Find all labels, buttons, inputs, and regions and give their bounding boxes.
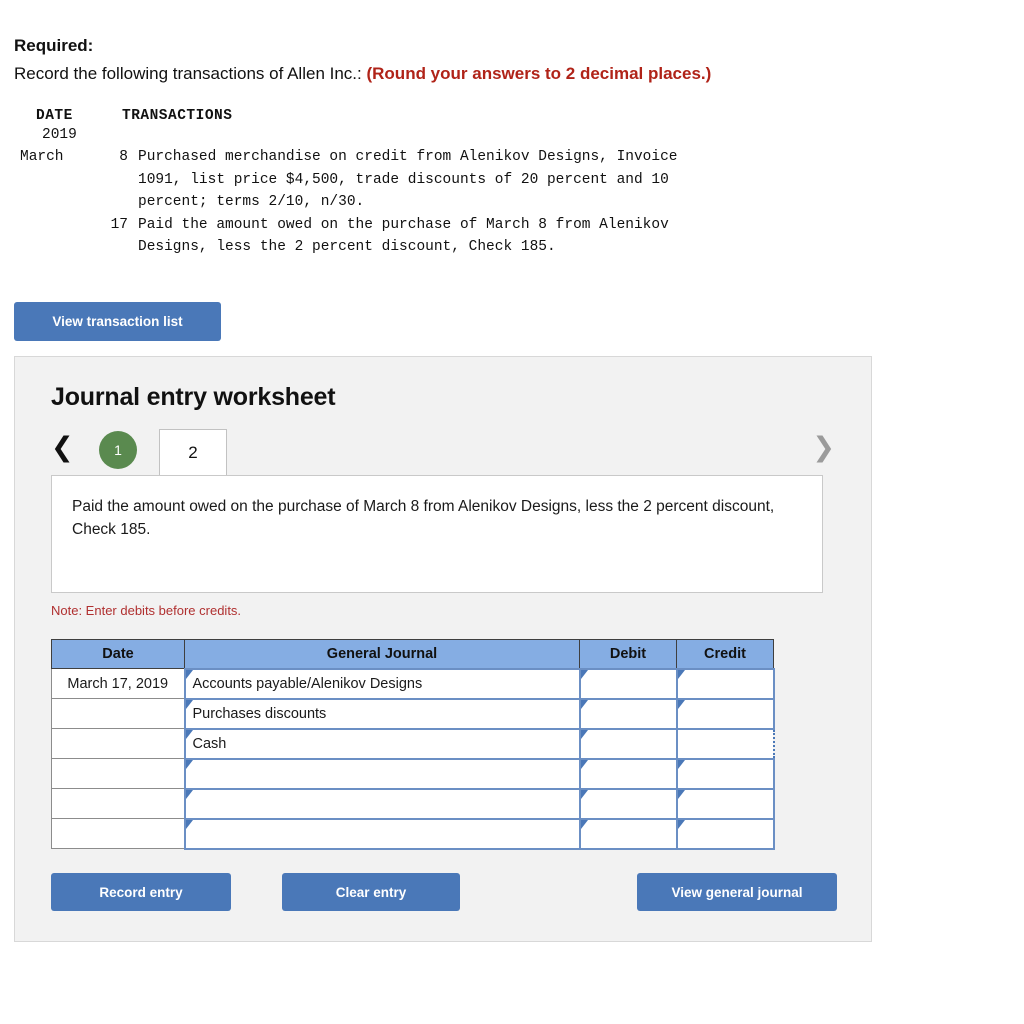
chevron-left-icon[interactable]: ❮ — [51, 434, 74, 461]
dropdown-triangle-icon — [677, 699, 685, 709]
dropdown-triangle-icon — [185, 789, 193, 799]
header-general-journal: General Journal — [184, 639, 580, 669]
tab-1-label: 1 — [114, 442, 122, 458]
transaction-row: 17 Paid the amount owed on the purchase … — [20, 214, 828, 236]
row-credit-input-focused[interactable] — [675, 727, 775, 760]
required-block: Required: Record the following transacti… — [14, 33, 711, 86]
row-debit-input[interactable] — [578, 697, 678, 730]
row-date-cell[interactable] — [51, 788, 185, 819]
journal-table-header-row: Date General Journal Debit Credit — [51, 639, 774, 669]
dropdown-triangle-icon — [580, 759, 588, 769]
dropdown-triangle-icon — [185, 759, 193, 769]
header-date: Date — [51, 639, 185, 669]
worksheet-prompt-text: Paid the amount owed on the purchase of … — [72, 498, 775, 539]
view-general-journal-button[interactable]: View general journal — [637, 873, 837, 911]
transaction-description-line: Purchased merchandise on credit from Ale… — [138, 149, 678, 166]
row-debit-input[interactable] — [578, 757, 678, 790]
worksheet-tab-strip: ❮ 1 2 ❯ — [51, 429, 837, 475]
dropdown-triangle-icon — [677, 669, 685, 679]
row-credit-input[interactable] — [675, 697, 775, 730]
row-account-text: Purchases discounts — [192, 705, 327, 722]
table-row — [51, 817, 775, 850]
row-credit-input[interactable] — [675, 817, 775, 850]
transaction-day: 17 — [110, 216, 128, 233]
dropdown-triangle-icon — [185, 819, 193, 829]
view-transaction-list-button[interactable]: View transaction list — [14, 302, 221, 341]
row-credit-input[interactable] — [675, 787, 775, 820]
required-instruction-text: Record the following transactions of All… — [14, 63, 362, 83]
journal-entry-table: Date General Journal Debit Credit March … — [51, 639, 775, 850]
table-row — [51, 787, 775, 820]
row-debit-input[interactable] — [578, 727, 678, 760]
row-date-cell[interactable] — [51, 758, 185, 789]
row-account-input[interactable] — [183, 817, 581, 850]
row-account-input[interactable] — [183, 787, 581, 820]
transaction-continuation: 1091, list price $4,500, trade discounts… — [20, 169, 828, 191]
transaction-listing-header: DATE TRANSACTIONS — [20, 108, 828, 124]
row-date-cell[interactable] — [51, 698, 185, 729]
journal-entry-worksheet-panel: Journal entry worksheet ❮ 1 2 ❯ Paid the… — [14, 356, 872, 942]
row-debit-input[interactable] — [578, 817, 678, 850]
required-instruction-line: Record the following transactions of All… — [14, 62, 711, 87]
tab-2-label: 2 — [188, 442, 198, 462]
dropdown-triangle-icon — [185, 729, 193, 739]
worksheet-prompt-box: Paid the amount owed on the purchase of … — [51, 475, 823, 593]
dropdown-triangle-icon — [580, 669, 588, 679]
transaction-year: 2019 — [42, 127, 77, 143]
table-row: Cash — [51, 727, 775, 760]
worksheet-title: Journal entry worksheet — [51, 383, 336, 411]
clear-entry-button[interactable]: Clear entry — [282, 873, 460, 911]
dropdown-triangle-icon — [580, 729, 588, 739]
transaction-description-line: Paid the amount owed on the purchase of … — [138, 216, 669, 233]
transaction-description-line: Designs, less the 2 percent discount, Ch… — [138, 239, 556, 256]
transaction-description-line: percent; terms 2/10, n/30. — [138, 194, 365, 211]
dropdown-triangle-icon — [185, 669, 193, 679]
chevron-right-icon[interactable]: ❯ — [812, 434, 835, 461]
transaction-month — [20, 214, 110, 236]
row-account-input[interactable]: Cash — [183, 727, 581, 760]
row-account-input[interactable] — [183, 757, 581, 790]
row-account-text: Accounts payable/Alenikov Designs — [192, 675, 423, 692]
tab-1-completed[interactable]: 1 — [99, 431, 137, 469]
dropdown-triangle-icon — [580, 819, 588, 829]
row-date-cell[interactable] — [51, 818, 185, 849]
dropdown-triangle-icon — [580, 789, 588, 799]
debits-before-credits-note: Note: Enter debits before credits. — [51, 603, 242, 618]
transaction-row: March 8 Purchased merchandise on credit … — [20, 146, 828, 168]
column-header-date: DATE — [36, 108, 73, 124]
round-answers-note: (Round your answers to 2 decimal places.… — [366, 63, 712, 83]
dropdown-triangle-icon — [185, 699, 193, 709]
transaction-continuation: percent; terms 2/10, n/30. — [20, 191, 828, 213]
row-debit-input[interactable] — [578, 667, 678, 700]
row-date-cell[interactable]: March 17, 2019 — [51, 668, 185, 699]
transaction-year-row: 2019 — [20, 124, 828, 146]
header-debit: Debit — [579, 639, 677, 669]
transaction-continuation: Designs, less the 2 percent discount, Ch… — [20, 236, 828, 258]
row-account-input[interactable]: Accounts payable/Alenikov Designs — [183, 667, 581, 700]
transaction-day: 8 — [119, 149, 128, 166]
dropdown-triangle-icon — [677, 789, 685, 799]
transaction-listing: DATE TRANSACTIONS 2019 March 8 Purchased… — [20, 108, 828, 259]
header-credit: Credit — [676, 639, 774, 669]
tab-2-active[interactable]: 2 — [159, 429, 227, 475]
row-credit-input[interactable] — [675, 667, 775, 700]
table-row: Purchases discounts — [51, 697, 775, 730]
row-account-input[interactable]: Purchases discounts — [183, 697, 581, 730]
record-entry-button[interactable]: Record entry — [51, 873, 231, 911]
table-row — [51, 757, 775, 790]
required-label: Required: — [14, 36, 94, 55]
dropdown-triangle-icon — [580, 699, 588, 709]
row-date-cell[interactable] — [51, 728, 185, 759]
row-credit-input[interactable] — [675, 757, 775, 790]
dropdown-triangle-icon — [677, 759, 685, 769]
row-debit-input[interactable] — [578, 787, 678, 820]
journal-table-body: March 17, 2019 Accounts payable/Alenikov… — [51, 667, 775, 850]
row-account-text: Cash — [192, 735, 227, 752]
table-row: March 17, 2019 Accounts payable/Alenikov… — [51, 667, 775, 700]
column-header-transactions: TRANSACTIONS — [122, 108, 233, 124]
dropdown-triangle-icon — [677, 819, 685, 829]
transaction-month: March — [20, 149, 64, 166]
transaction-description-line: 1091, list price $4,500, trade discounts… — [138, 171, 669, 188]
